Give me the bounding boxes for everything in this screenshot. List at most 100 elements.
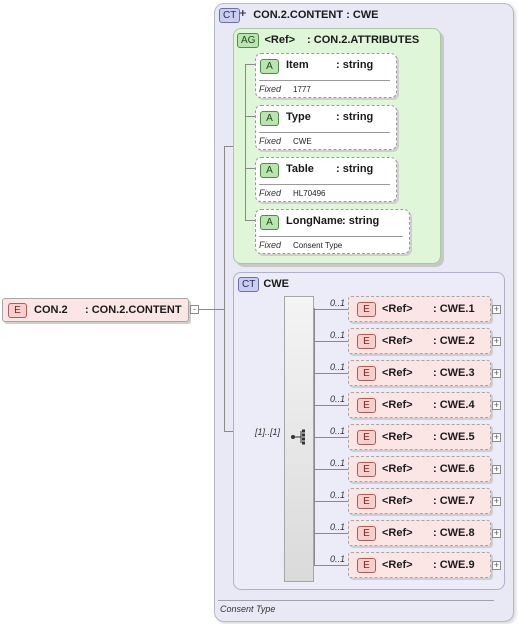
- separator: [259, 80, 390, 81]
- sequence-icon: [291, 429, 305, 445]
- attribute-type: : string: [336, 163, 374, 175]
- seq-branch: [314, 341, 348, 342]
- attribute-group-ref: <Ref>: [264, 34, 296, 46]
- element-ref: <Ref>: [382, 303, 413, 315]
- complex-type-badge: CT: [238, 277, 260, 292]
- seq-branch: [314, 437, 348, 438]
- fixed-value: Consent Type: [293, 241, 343, 250]
- expand-toggle[interactable]: +: [492, 497, 501, 506]
- element-badge: E: [357, 558, 376, 573]
- fixed-label: Fixed: [259, 240, 282, 250]
- element-badge: E: [357, 494, 376, 509]
- attribute-badge: A: [260, 163, 279, 178]
- cwe-element-6[interactable]: E <Ref>: CWE.6: [348, 456, 491, 482]
- attribute-group-badge: AG: [237, 33, 260, 48]
- element-name: : CWE.7: [433, 495, 475, 507]
- attribute-item[interactable]: A Item : string Fixed 1777: [255, 53, 397, 98]
- element-ref: <Ref>: [382, 367, 413, 379]
- element-name: : CWE.5: [433, 431, 475, 443]
- element-name: : CWE.6: [433, 463, 475, 475]
- cwe-element-9[interactable]: E <Ref>: CWE.9: [348, 552, 491, 578]
- ag-branch-line: [245, 64, 246, 221]
- seq-branch: [314, 533, 348, 534]
- element-ref: <Ref>: [382, 559, 413, 571]
- attribute-badge: A: [260, 215, 279, 230]
- element-name: : CWE.3: [433, 367, 475, 379]
- cwe-element-1[interactable]: E <Ref> : CWE.1: [348, 296, 491, 322]
- expand-toggle[interactable]: +: [492, 401, 501, 410]
- sequence-cardinality: [1]..[1]: [255, 427, 281, 437]
- expand-toggle[interactable]: +: [492, 369, 501, 378]
- element-name: : CWE.4: [433, 399, 475, 411]
- element-ref: <Ref>: [382, 431, 413, 443]
- root-element-box[interactable]: E CON.2 : CON.2.CONTENT: [2, 298, 189, 322]
- element-ref: <Ref>: [382, 495, 413, 507]
- element-cardinality: 0..1: [330, 298, 346, 308]
- attribute-group-name: : CON.2.ATTRIBUTES: [307, 34, 420, 46]
- doc-separator: [218, 600, 494, 601]
- element-ref: <Ref>: [382, 399, 413, 411]
- ag-branch-1: [245, 64, 255, 65]
- element-cardinality: 0..1: [330, 458, 346, 468]
- attribute-group-header: AG <Ref> : CON.2.ATTRIBUTES: [237, 33, 419, 48]
- cwe-header: CT CWE: [238, 277, 289, 292]
- ct-header: CT ➕︎ CON.2.CONTENT : CWE: [219, 8, 379, 23]
- element-cardinality: 0..1: [330, 490, 346, 500]
- cwe-element-5[interactable]: E <Ref> : CWE.5: [348, 424, 491, 450]
- fixed-value: CWE: [293, 137, 312, 146]
- expand-toggle[interactable]: +: [492, 337, 501, 346]
- attribute-type: : string: [342, 215, 380, 227]
- element-cardinality: 0..1: [330, 394, 346, 404]
- root-element-type: : CON.2.CONTENT: [85, 304, 182, 316]
- seq-branch: [314, 565, 348, 566]
- root-element-name: CON.2: [34, 304, 68, 316]
- seq-branch: [314, 469, 348, 470]
- complex-type-badge: CT: [219, 8, 241, 23]
- attribute-type-box[interactable]: A Type : string Fixed CWE: [255, 105, 397, 150]
- fixed-label: Fixed: [259, 84, 282, 94]
- element-badge: E: [357, 334, 376, 349]
- expand-icon: ➕︎: [239, 8, 247, 18]
- attribute-name: Item: [286, 59, 309, 71]
- attribute-badge: A: [260, 59, 279, 74]
- attribute-name: Table: [286, 163, 314, 175]
- cwe-element-7[interactable]: E <Ref> : CWE.7: [348, 488, 491, 514]
- seq-branch: [314, 373, 348, 374]
- cwe-element-8[interactable]: E <Ref>: CWE.8: [348, 520, 491, 546]
- fixed-label: Fixed: [259, 136, 282, 146]
- expand-toggle[interactable]: +: [492, 529, 501, 538]
- cwe-element-4[interactable]: E <Ref>: CWE.4: [348, 392, 491, 418]
- seq-branch: [314, 309, 348, 310]
- attribute-longname[interactable]: A LongName : string Fixed Consent Type: [255, 209, 410, 254]
- element-badge: E: [357, 302, 376, 317]
- element-cardinality: 0..1: [330, 330, 346, 340]
- complex-type-title: CON.2.CONTENT : CWE: [253, 9, 379, 21]
- cwe-element-3[interactable]: E <Ref> : CWE.3: [348, 360, 491, 386]
- element-badge: E: [357, 430, 376, 445]
- element-ref: <Ref>: [382, 463, 413, 475]
- root-connector: [197, 309, 225, 310]
- ag-branch-3: [245, 168, 255, 169]
- collapse-toggle[interactable]: -: [190, 305, 199, 314]
- separator: [259, 132, 390, 133]
- cwe-title: CWE: [263, 278, 290, 290]
- element-cardinality: 0..1: [330, 362, 346, 372]
- attribute-type: : string: [336, 59, 374, 71]
- element-cardinality: 0..1: [330, 522, 346, 532]
- element-name: : CWE.1: [433, 303, 475, 315]
- attribute-table[interactable]: A Table : string Fixed HL70496: [255, 157, 397, 202]
- separator: [259, 236, 403, 237]
- attribute-type: : string: [336, 111, 374, 123]
- seq-branch: [314, 501, 348, 502]
- separator: [259, 184, 390, 185]
- element-badge: E: [8, 303, 27, 318]
- cwe-element-2[interactable]: E <Ref>: CWE.2: [348, 328, 491, 354]
- expand-toggle[interactable]: +: [492, 561, 501, 570]
- expand-toggle[interactable]: +: [492, 433, 501, 442]
- expand-toggle[interactable]: +: [492, 465, 501, 474]
- element-badge: E: [357, 366, 376, 381]
- documentation-text: Consent Type: [220, 604, 276, 614]
- expand-toggle[interactable]: +: [492, 305, 501, 314]
- fixed-value: HL70496: [293, 189, 326, 198]
- element-ref: <Ref>: [382, 527, 413, 539]
